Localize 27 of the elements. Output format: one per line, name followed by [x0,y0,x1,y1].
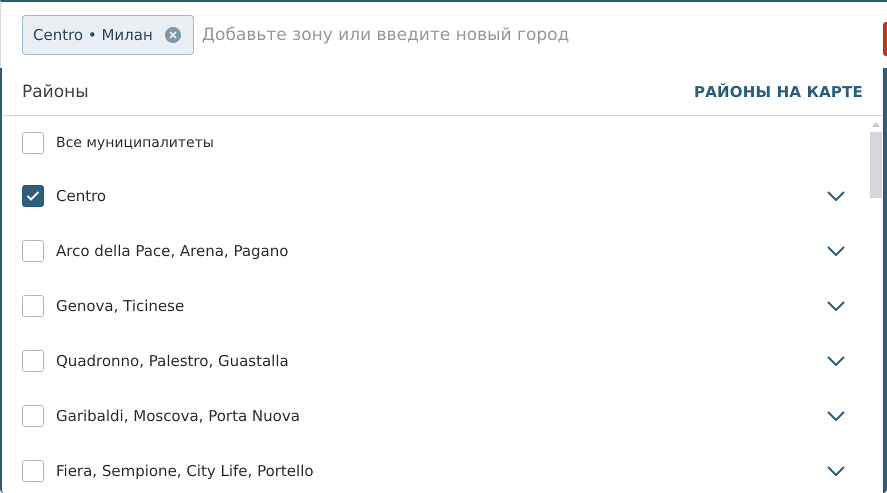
district-label[interactable]: Garibaldi, Moscova, Porta Nuova [56,406,827,424]
district-label[interactable]: Genova, Ticinese [56,296,827,314]
district-label[interactable]: Quadronno, Palestro, Guastalla [56,352,827,370]
checkbox[interactable] [22,460,44,482]
chevron-icon[interactable] [827,246,845,256]
checkbox[interactable] [22,184,44,206]
filter-chip[interactable]: Centro • Милан [22,15,194,55]
checkbox[interactable] [22,404,44,426]
chevron-icon[interactable] [827,466,845,476]
checkbox[interactable] [22,240,44,262]
chevron-icon[interactable] [827,356,845,366]
district-label[interactable]: Все муниципалитеты [56,135,845,151]
scroll-up-icon[interactable] [872,122,880,127]
chevron-icon[interactable] [827,300,845,310]
district-label[interactable]: Centro [56,186,827,204]
map-link[interactable]: РАЙОНЫ НА КАРТЕ [694,82,863,100]
checkbox[interactable] [22,132,44,154]
district-label[interactable]: Fiera, Sempione, City Life, Portello [56,462,827,480]
panel-title: Районы [22,82,89,102]
checkbox[interactable] [22,294,44,316]
district-label[interactable]: Arco della Pace, Arena, Pagano [56,242,827,260]
chevron-icon[interactable] [827,190,845,200]
checkmark-icon [26,190,40,202]
checkbox[interactable] [22,350,44,372]
chevron-icon[interactable] [827,410,845,420]
scrollbar-thumb[interactable] [870,132,882,198]
remove-icon[interactable] [164,27,181,43]
